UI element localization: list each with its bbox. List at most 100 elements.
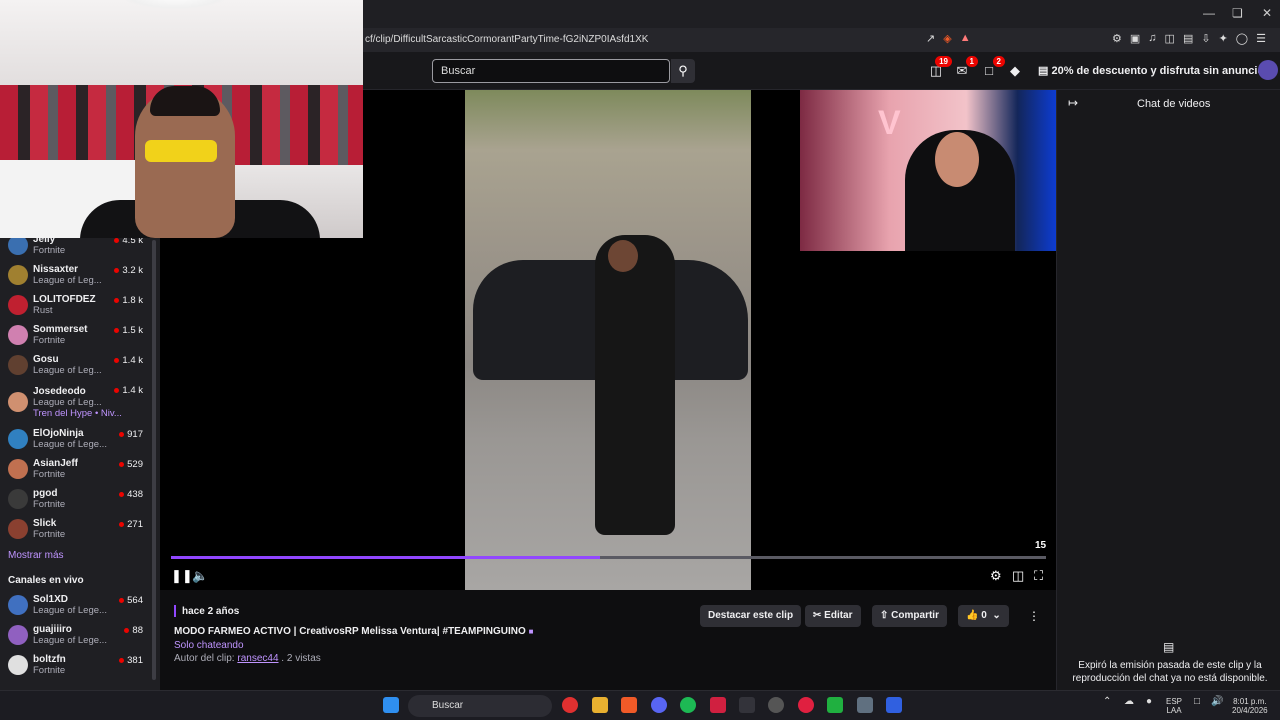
lang-layout: LAA — [1166, 706, 1182, 715]
live-dot-icon — [119, 461, 125, 467]
url-text[interactable]: cf/clip/DifficultSarcasticCormorantParty… — [365, 34, 648, 45]
discord-icon[interactable] — [651, 697, 667, 713]
author-link[interactable]: ransec44 — [237, 653, 278, 664]
taskbar-search[interactable]: Buscar — [408, 695, 552, 717]
live-dot-icon — [119, 431, 125, 437]
live-dot-icon — [119, 491, 125, 497]
collapse-chat-icon[interactable]: ↦ — [1068, 96, 1078, 110]
play-app-icon[interactable] — [827, 697, 843, 713]
ai-icon[interactable]: ✦ — [1219, 32, 1228, 45]
inbox-icon[interactable]: ◫ 19 — [928, 56, 952, 79]
feature-clip-button[interactable]: Destacar este clip — [700, 605, 802, 627]
search-input[interactable]: Buscar — [432, 59, 670, 83]
close-icon[interactable]: ✕ — [1262, 6, 1272, 20]
rewards-icon[interactable]: ▲ — [960, 32, 971, 45]
chevron-down-icon[interactable]: ⌄ — [992, 610, 1000, 621]
sidebar-channel-item[interactable]: AsianJeff Fortnite 529 — [0, 454, 160, 484]
vpn-icon[interactable]: ◯ — [1236, 32, 1248, 45]
search-icon[interactable]: ⚲ — [671, 59, 695, 83]
whispers-icon[interactable]: ✉ 1 — [954, 56, 978, 79]
minimize-icon[interactable]: — — [1203, 6, 1215, 20]
menu-icon[interactable]: ☰ — [1256, 32, 1266, 45]
spotify-icon[interactable] — [680, 697, 696, 713]
share-icon[interactable]: ↗ — [926, 32, 935, 45]
viewer-count-text: 3.2 k — [122, 265, 143, 276]
lang-code: ESP — [1166, 697, 1183, 706]
theatre-mode-icon[interactable]: ◫ — [1012, 568, 1024, 584]
category-link[interactable]: Solo chateando — [174, 640, 244, 651]
like-count: 0 — [981, 610, 987, 621]
sidebar-channel-item[interactable]: Gosu League of Leg... 1.4 k — [0, 350, 160, 380]
sidebar-channel-item[interactable]: LOLITOFDEZ Rust 1.8 k — [0, 290, 160, 320]
live-dot-icon — [114, 327, 120, 333]
sidebar-channel-item[interactable]: Josedeodo League of Leg... Tren del Hype •… — [0, 380, 160, 424]
brave-shield-icon[interactable]: ◈ — [943, 32, 951, 45]
settings-app-icon[interactable] — [857, 697, 873, 713]
language-indicator[interactable]: ESP LAA — [1166, 697, 1182, 715]
chat-bubble-icon[interactable]: □ 2 — [981, 56, 1005, 79]
sidebar-channel-item[interactable]: pgod Fortnite 438 — [0, 484, 160, 514]
like-button[interactable]: 👍 0 ⌄ — [958, 605, 1009, 627]
sidebar-channel-item[interactable]: Sol1XD League of Lege... 564 — [0, 590, 160, 620]
channel-avatar — [8, 355, 28, 375]
show-more-link[interactable]: Mostrar más — [0, 544, 160, 567]
channel-avatar — [8, 429, 28, 449]
bits-icon[interactable]: ◆ — [1007, 63, 1023, 79]
seek-bar[interactable] — [171, 556, 1046, 559]
share-button[interactable]: ⇧ Compartir — [872, 605, 947, 627]
channel-avatar — [8, 265, 28, 285]
sidebar-toggle-icon[interactable]: ◫ — [1165, 32, 1175, 45]
fullscreen-icon[interactable]: ⛶ — [1034, 568, 1043, 584]
sidebar-channel-item[interactable]: guajiiiro League of Lege... 88 — [0, 620, 160, 650]
sidebar-channel-item[interactable]: Nissaxter League of Leg... 3.2 k — [0, 260, 160, 290]
github-icon[interactable] — [768, 697, 784, 713]
app-blue-icon[interactable] — [886, 697, 902, 713]
volume-tray-icon[interactable]: 🔊 — [1211, 697, 1223, 707]
channel-text: ElOjoNinja League of Lege... — [33, 428, 107, 450]
music-icon[interactable]: ♫ — [1148, 32, 1156, 45]
download-icon[interactable]: ⇩ — [1201, 32, 1210, 45]
sidebar-channel-item[interactable]: Jelly Fortnite 4.5 k — [0, 238, 160, 260]
clock[interactable]: 8:01 p.m. 20/4/2026 — [1232, 697, 1268, 715]
mic-tray-icon[interactable]: ● — [1146, 697, 1152, 707]
sidebar-channel-item[interactable]: Sommerset Fortnite 1.5 k — [0, 320, 160, 350]
channel-text: pgod Fortnite — [33, 488, 65, 510]
turbo-promo-button[interactable]: ▤ 20% de descuento y disfruta sin anunci… — [1038, 64, 1270, 77]
viewer-count-text: 4.5 k — [122, 238, 143, 246]
channel-text: Sommerset Fortnite — [33, 324, 87, 346]
obs-icon[interactable] — [798, 697, 814, 713]
sidebar-channel-item[interactable]: Slick Fortnite 271 — [0, 514, 160, 544]
media-app-icon[interactable] — [562, 697, 578, 713]
brave-icon[interactable] — [621, 697, 637, 713]
tray-chevron-icon[interactable]: ⌃ — [1103, 697, 1111, 707]
windows-start-icon[interactable] — [383, 697, 399, 713]
stream-title: MODO FARMEO ACTIVO | CreativosRP Melissa… — [174, 626, 533, 637]
app-arrow-icon[interactable] — [739, 697, 755, 713]
chat-panel — [1056, 90, 1280, 690]
app-x-icon[interactable] — [710, 697, 726, 713]
wallet-icon[interactable]: ▣ — [1130, 32, 1140, 45]
view-count: . 2 vistas — [281, 653, 321, 664]
edit-button[interactable]: ✂ Editar — [805, 605, 861, 627]
channel-avatar — [8, 489, 28, 509]
user-avatar[interactable] — [1258, 60, 1278, 80]
live-dot-icon — [119, 657, 125, 663]
viewer-count-text: 1.4 k — [122, 385, 143, 396]
settings-icon[interactable]: ⚙ — [990, 568, 1002, 584]
restore-icon[interactable]: ❏ — [1232, 6, 1243, 20]
sidebar-channel-item[interactable]: ElOjoNinja League of Lege... 917 — [0, 424, 160, 454]
live-dot-icon — [114, 238, 120, 243]
display-tray-icon[interactable]: □ — [1194, 697, 1200, 707]
clip-age: hace 2 años — [182, 606, 240, 617]
pause-icon[interactable]: ❚❚ — [171, 568, 193, 584]
viewer-count: 1.8 k — [114, 295, 143, 306]
sidebar-channel-item[interactable]: boltzfn Fortnite 381 — [0, 650, 160, 680]
extensions-icon[interactable]: ⚙ — [1112, 32, 1122, 45]
volume-icon[interactable]: 🔈 — [192, 568, 208, 584]
file-explorer-icon[interactable] — [592, 697, 608, 713]
tabs-icon[interactable]: ▤ — [1183, 32, 1193, 45]
channel-name: pgod — [33, 488, 58, 499]
network-tray-icon[interactable]: ☁ — [1124, 697, 1134, 707]
sidebar-scrollbar[interactable] — [152, 240, 156, 680]
more-options-icon[interactable]: ⋮ — [1028, 609, 1040, 623]
